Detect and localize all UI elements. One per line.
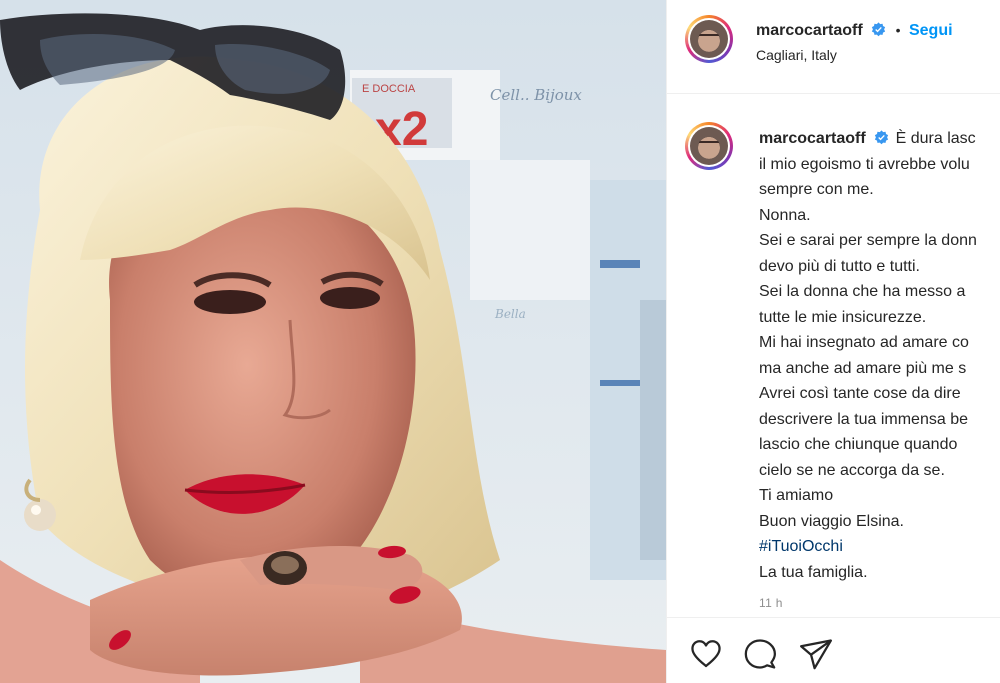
caption-line: ma anche ad amare più me s bbox=[759, 359, 967, 377]
post-timestamp[interactable]: 11 h bbox=[759, 596, 783, 610]
store-script-text: Cell.. Bijoux bbox=[490, 86, 582, 104]
verified-badge-icon bbox=[875, 130, 889, 145]
caption-signoff: La tua famiglia. bbox=[759, 563, 868, 581]
follow-button[interactable]: Segui bbox=[909, 22, 953, 39]
caption-line: cielo se ne accorga da se. bbox=[759, 461, 945, 479]
store-script-text-2: Bella bbox=[494, 307, 526, 321]
caption-line: descrivere la tua immensa be bbox=[759, 410, 968, 428]
header-separator: • bbox=[895, 22, 901, 38]
caption-line: Buon viaggio Elsina. bbox=[759, 512, 904, 530]
caption-line: Avrei così tante cose da dire bbox=[759, 385, 961, 402]
comment-icon[interactable] bbox=[743, 637, 777, 671]
caption-line: Sei e sarai per sempre la donn bbox=[759, 232, 977, 249]
caption-line: il mio egoismo ti avrebbe volu bbox=[759, 155, 970, 173]
post-caption: marcocartaoff È dura lasc il mio egoismo… bbox=[759, 126, 1000, 585]
caption-line: tutte le mie insicurezze. bbox=[759, 308, 927, 326]
caption-line: Nonna. bbox=[759, 206, 811, 224]
caption-line: Ti amiamo bbox=[759, 487, 834, 504]
caption-username[interactable]: marcocartaoff bbox=[759, 130, 866, 147]
caption-line: È dura lasc bbox=[895, 130, 976, 147]
post-location[interactable]: Cagliari, Italy bbox=[756, 47, 837, 63]
caption-line: devo più di tutto e tutti. bbox=[759, 257, 920, 275]
author-username[interactable]: marcocartaoff bbox=[756, 22, 863, 39]
action-bar bbox=[667, 617, 1000, 683]
caption-avatar[interactable] bbox=[685, 122, 733, 170]
post-header: marcocartaoff • Segui Cagliari, Italy bbox=[667, 0, 1000, 94]
post-photo[interactable]: x2 E DOCCIA Cell.. Bijoux Bella bbox=[0, 0, 666, 683]
verified-badge-icon bbox=[872, 22, 886, 37]
heart-icon[interactable] bbox=[689, 637, 723, 671]
store-sign-small: E DOCCIA bbox=[362, 83, 416, 95]
portrait-image: x2 E DOCCIA Cell.. Bijoux Bella bbox=[0, 0, 666, 683]
share-icon[interactable] bbox=[799, 637, 833, 671]
avatar-image bbox=[690, 127, 728, 165]
caption-line: lascio che chiunque quando bbox=[759, 436, 958, 453]
avatar-image bbox=[690, 20, 728, 58]
caption-line: sempre con me. bbox=[759, 181, 874, 198]
caption-line: Sei la donna che ha messo a bbox=[759, 283, 966, 300]
author-avatar[interactable] bbox=[685, 15, 733, 63]
post-sidebar: marcocartaoff • Segui Cagliari, Italy ma… bbox=[666, 0, 1000, 683]
caption-hashtag-link[interactable]: #iTuoiOcchi bbox=[759, 534, 1000, 560]
caption-line: Mi hai insegnato ad amare co bbox=[759, 334, 969, 351]
